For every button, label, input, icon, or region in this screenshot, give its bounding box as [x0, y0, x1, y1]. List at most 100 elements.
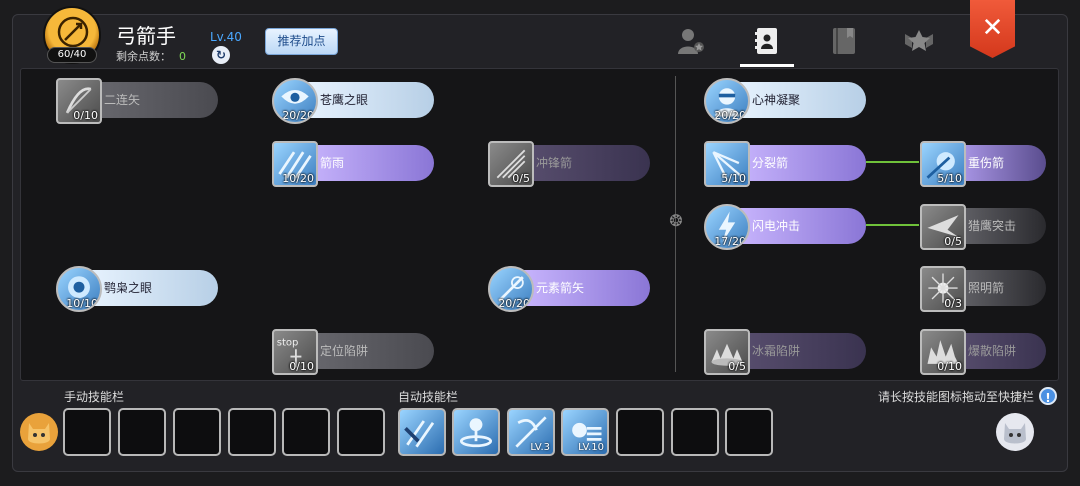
split-arrow-skill-icon [459, 418, 493, 448]
divider-ornament-icon: ❂ [669, 211, 683, 230]
skill-points-badge: 60/40 [47, 47, 97, 63]
skill-level: 10/20 [282, 172, 314, 185]
owl-eye-skill-icon: 10/10 [56, 266, 102, 312]
auto-skill-slot[interactable] [671, 408, 719, 456]
skill-heavy-arrow[interactable]: 重伤箭 5/10 [920, 141, 1046, 187]
skill-arrow-rain[interactable]: 箭雨 10/20 [272, 141, 434, 187]
heavy-arrow-skill-icon: 5/10 [920, 141, 966, 187]
tab-skills[interactable] [752, 26, 782, 56]
skill-name: 冰霜陷阱 [730, 333, 866, 369]
skill-level: 0/5 [512, 172, 530, 185]
tab-journal[interactable] [829, 26, 859, 56]
skill-name: 苍鹰之眼 [298, 82, 434, 118]
arrow-rain-skill-icon: 10/20 [272, 141, 318, 187]
skill-name: 闪电冲击 [730, 208, 866, 244]
skill-hawk-eye[interactable]: 苍鹰之眼 20/20 [272, 78, 434, 124]
slot-level: LV.3 [530, 442, 550, 453]
skill-double-shot[interactable]: 二连矢 0/10 [56, 78, 218, 124]
manual-skill-slot[interactable] [173, 408, 221, 456]
stop-trap-skill-icon: stop 0/10 [272, 329, 318, 375]
elemental-arrow-skill-icon: 20/20 [488, 266, 534, 312]
auto-skill-slot[interactable] [398, 408, 446, 456]
auto-skill-slot[interactable] [616, 408, 664, 456]
split-arrow-skill-icon: 5/10 [704, 141, 750, 187]
refresh-icon[interactable]: ↻ [212, 46, 230, 64]
skill-lock-trap[interactable]: 定位陷阱 stop 0/10 [272, 329, 434, 375]
skill-frost-trap[interactable]: 冰霜陷阱 0/5 [704, 329, 866, 375]
cat-avatar-icon[interactable] [20, 413, 58, 451]
skill-elemental-arrow[interactable]: 元素箭矢 20/20 [488, 266, 650, 312]
frost-trap-skill-icon: 0/5 [704, 329, 750, 375]
close-button[interactable]: ✕ [970, 0, 1015, 58]
manual-skill-slot[interactable] [63, 408, 111, 456]
level-label: Lv.40 [210, 30, 242, 44]
skill-level: 5/10 [937, 172, 962, 185]
skill-level: 20/20 [714, 109, 746, 122]
skill-split-arrow[interactable]: 分裂箭 5/10 [704, 141, 866, 187]
auto-skill-slot[interactable] [452, 408, 500, 456]
skill-owl-eye[interactable]: 鹗枭之眼 10/10 [56, 266, 218, 312]
tab-character[interactable] [676, 26, 706, 56]
lightning-strike-skill-icon: 17/20 [704, 204, 750, 250]
skill-name: 二连矢 [82, 82, 218, 118]
manual-skill-slot[interactable] [228, 408, 276, 456]
skill-lightning-strike[interactable]: 闪电冲击 17/20 [704, 204, 866, 250]
skill-level: 10/10 [66, 297, 98, 310]
auto-skill-bar-label: 自动技能栏 [398, 390, 459, 404]
svg-text:stop: stop [277, 338, 299, 349]
flare-arrow-skill-icon: 0/3 [920, 266, 966, 312]
close-icon: ✕ [981, 13, 1004, 43]
skill-falcon-assault[interactable]: 猎鹰突击 0/5 [920, 204, 1046, 250]
manual-skill-slot[interactable] [282, 408, 330, 456]
skill-name: 元素箭矢 [514, 270, 650, 306]
drag-hint-text: 请长按技能图标拖动至快捷栏 [878, 390, 1035, 404]
hawk-eye-skill-icon: 20/20 [272, 78, 318, 124]
charge-arrow-skill-icon: 0/5 [488, 141, 534, 187]
slot-level: LV.10 [578, 442, 604, 453]
tab-emblem[interactable] [902, 26, 933, 56]
skill-concentration[interactable]: 心神凝聚 20/20 [704, 78, 866, 124]
skill-name: 冲锋箭 [514, 145, 650, 181]
skill-level: 0/3 [944, 297, 962, 310]
falcon-assault-skill-icon: 0/5 [920, 204, 966, 250]
concentration-skill-icon: 20/20 [704, 78, 750, 124]
blast-trap-skill-icon: 0/10 [920, 329, 966, 375]
manual-skill-slot[interactable] [337, 408, 385, 456]
cat-mascot-icon[interactable] [996, 413, 1034, 451]
double-shot-skill-icon: 0/10 [56, 78, 102, 124]
auto-skill-slot[interactable]: LV.10 [561, 408, 609, 456]
skill-charge-arrow[interactable]: 冲锋箭 0/5 [488, 141, 650, 187]
skill-book-icon [755, 28, 777, 54]
skill-level: 5/10 [721, 172, 746, 185]
journal-icon [833, 28, 855, 54]
class-name: 弓箭手 [116, 24, 176, 48]
skill-level: 0/5 [728, 360, 746, 373]
skill-blast-trap[interactable]: 爆散陷阱 0/10 [920, 329, 1046, 375]
remaining-points: 剩余点数： 0 [116, 48, 186, 64]
skill-level: 17/20 [714, 235, 746, 248]
skill-name: 箭雨 [298, 145, 434, 181]
auto-skill-slot[interactable] [725, 408, 773, 456]
manual-skill-bar-label: 手动技能栏 [64, 390, 125, 404]
remaining-label: 剩余点数： [116, 50, 171, 63]
skill-flare-arrow[interactable]: 照明箭 0/3 [920, 266, 1046, 312]
skill-name: 分裂箭 [730, 145, 866, 181]
skill-name: 心神凝聚 [730, 82, 866, 118]
skill-name: 鹗枭之眼 [82, 270, 218, 306]
remaining-value: 0 [179, 50, 186, 63]
skill-link-lightning-to-falcon [866, 224, 919, 226]
arrow-rain-skill-icon [404, 420, 435, 448]
emblem-star-icon [905, 30, 933, 51]
skill-level: 0/10 [937, 360, 962, 373]
skill-level: 0/5 [944, 235, 962, 248]
manual-skill-slot[interactable] [118, 408, 166, 456]
active-tab-indicator [740, 64, 794, 67]
skill-level: 20/20 [282, 109, 314, 122]
skill-level: 0/10 [73, 109, 98, 122]
info-icon[interactable]: ! [1039, 387, 1057, 405]
skill-level: 0/10 [289, 360, 314, 373]
recommend-points-button[interactable]: 推荐加点 [265, 28, 338, 55]
auto-skill-slot[interactable]: LV.3 [507, 408, 555, 456]
skill-name: 定位陷阱 [298, 333, 434, 369]
skill-level: 20/20 [498, 297, 530, 310]
